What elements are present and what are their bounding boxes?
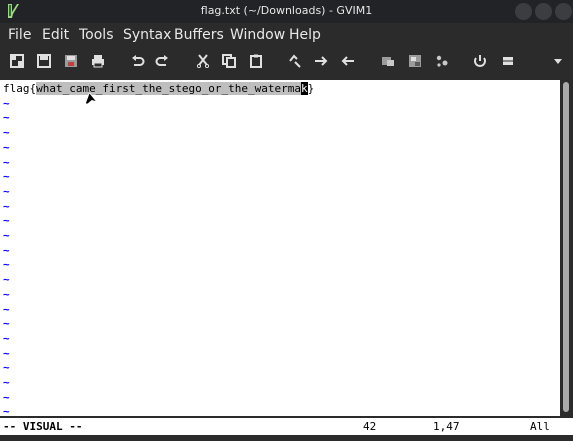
toolbar [0,48,573,78]
empty-line-marker: ~ [3,243,10,257]
empty-line-marker: ~ [3,155,10,169]
line-prefix: flag{ [3,82,37,95]
empty-line-marker: ~ [3,390,10,404]
save-icon[interactable] [37,54,53,70]
redo-icon[interactable] [155,54,171,70]
empty-line-marker: ~ [3,302,10,316]
find-next-icon[interactable] [314,54,330,70]
mode-indicator: -- VISUAL -- [3,420,83,433]
empty-line-marker: ~ [3,317,10,331]
empty-line-marker: ~ [3,199,10,213]
menu-syntax[interactable]: Syntax [123,27,171,43]
run-script-icon[interactable] [435,54,451,70]
empty-line-marker: ~ [3,96,10,110]
window-title: flag.txt (~/Downloads) - GVIM1 [200,4,373,17]
editor-area[interactable]: flag{what_came_first_the_stego_or_the_wa… [0,80,560,416]
empty-line-marker: ~ [3,346,10,360]
mouse-pointer-icon [84,91,98,106]
gvim-window: flag.txt (~/Downloads) - GVIM1 File Edit… [0,0,573,441]
save-all-icon[interactable] [64,54,80,70]
window-bottom-border [0,435,573,441]
empty-line-marker: ~ [3,273,10,287]
empty-line-marker: ~ [3,126,10,140]
empty-line-marker: ~ [3,184,10,198]
menu-buffers[interactable]: Buffers [174,27,224,43]
scrollbar-thumb[interactable] [563,82,569,412]
visual-selection: what_came_first_the_stego_or_the_waterma [36,82,302,95]
text-line[interactable]: flag{what_came_first_the_stego_or_the_wa… [3,82,314,97]
menu-window[interactable]: Window [230,27,285,43]
menu-edit[interactable]: Edit [42,27,69,43]
tags-icon[interactable] [501,54,517,70]
replace-icon[interactable] [288,54,304,70]
empty-line-marker: ~ [3,214,10,228]
empty-line-marker: ~ [3,376,10,389]
vertical-scrollbar[interactable] [560,80,573,416]
menu-file[interactable]: File [8,27,31,43]
load-session-icon[interactable] [381,54,397,70]
menu-help[interactable]: Help [289,27,321,43]
minimize-button[interactable] [515,3,532,20]
menu-bar: File Edit Tools Syntax Buffers Window He… [0,23,573,48]
paste-icon[interactable] [249,54,265,70]
scroll-percent: All [530,420,550,433]
title-bar: flag.txt (~/Downloads) - GVIM1 [0,0,573,23]
empty-line-marker: ~ [3,405,10,416]
selection-count: 42 [363,420,377,433]
empty-line-marker: ~ [3,140,10,154]
empty-line-marker: ~ [3,287,10,301]
empty-line-marker: ~ [3,361,10,375]
status-line: -- VISUAL -- 42 1,47 All [0,418,573,435]
cursor-position: 1,47 [433,420,460,433]
maximize-button[interactable] [535,3,552,20]
make-icon[interactable] [473,54,489,70]
save-session-icon[interactable] [408,54,424,70]
text-cursor: k [301,82,308,95]
find-prev-icon[interactable] [341,54,357,70]
empty-line-marker: ~ [3,111,10,125]
close-button[interactable] [555,3,572,20]
print-icon[interactable] [91,54,107,70]
empty-line-marker: ~ [3,258,10,272]
line-suffix: } [307,82,315,95]
open-icon[interactable] [10,54,26,70]
menu-tools[interactable]: Tools [79,27,114,43]
undo-icon[interactable] [131,54,147,70]
cut-icon[interactable] [196,54,212,70]
empty-line-marker: ~ [3,170,10,184]
copy-icon[interactable] [222,54,238,70]
overflow-icon[interactable] [551,54,567,70]
empty-line-marker: ~ [3,331,10,345]
empty-line-marker: ~ [3,229,10,242]
